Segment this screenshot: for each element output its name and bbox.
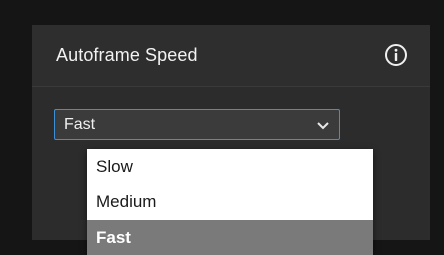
- option-slow[interactable]: Slow: [87, 149, 373, 184]
- option-medium[interactable]: Medium: [87, 184, 373, 219]
- option-fast[interactable]: Fast: [87, 220, 373, 255]
- chevron-down-icon: [316, 119, 330, 131]
- speed-dropdown-list: Slow Medium Fast: [87, 149, 373, 255]
- info-icon[interactable]: [384, 43, 408, 67]
- autoframe-speed-select[interactable]: Fast: [54, 109, 340, 140]
- screen: Autoframe Speed Fast Slow Medium Fast: [0, 0, 444, 255]
- select-value: Fast: [64, 116, 96, 133]
- panel-title: Autoframe Speed: [56, 45, 198, 65]
- panel-header: Autoframe Speed: [32, 25, 430, 87]
